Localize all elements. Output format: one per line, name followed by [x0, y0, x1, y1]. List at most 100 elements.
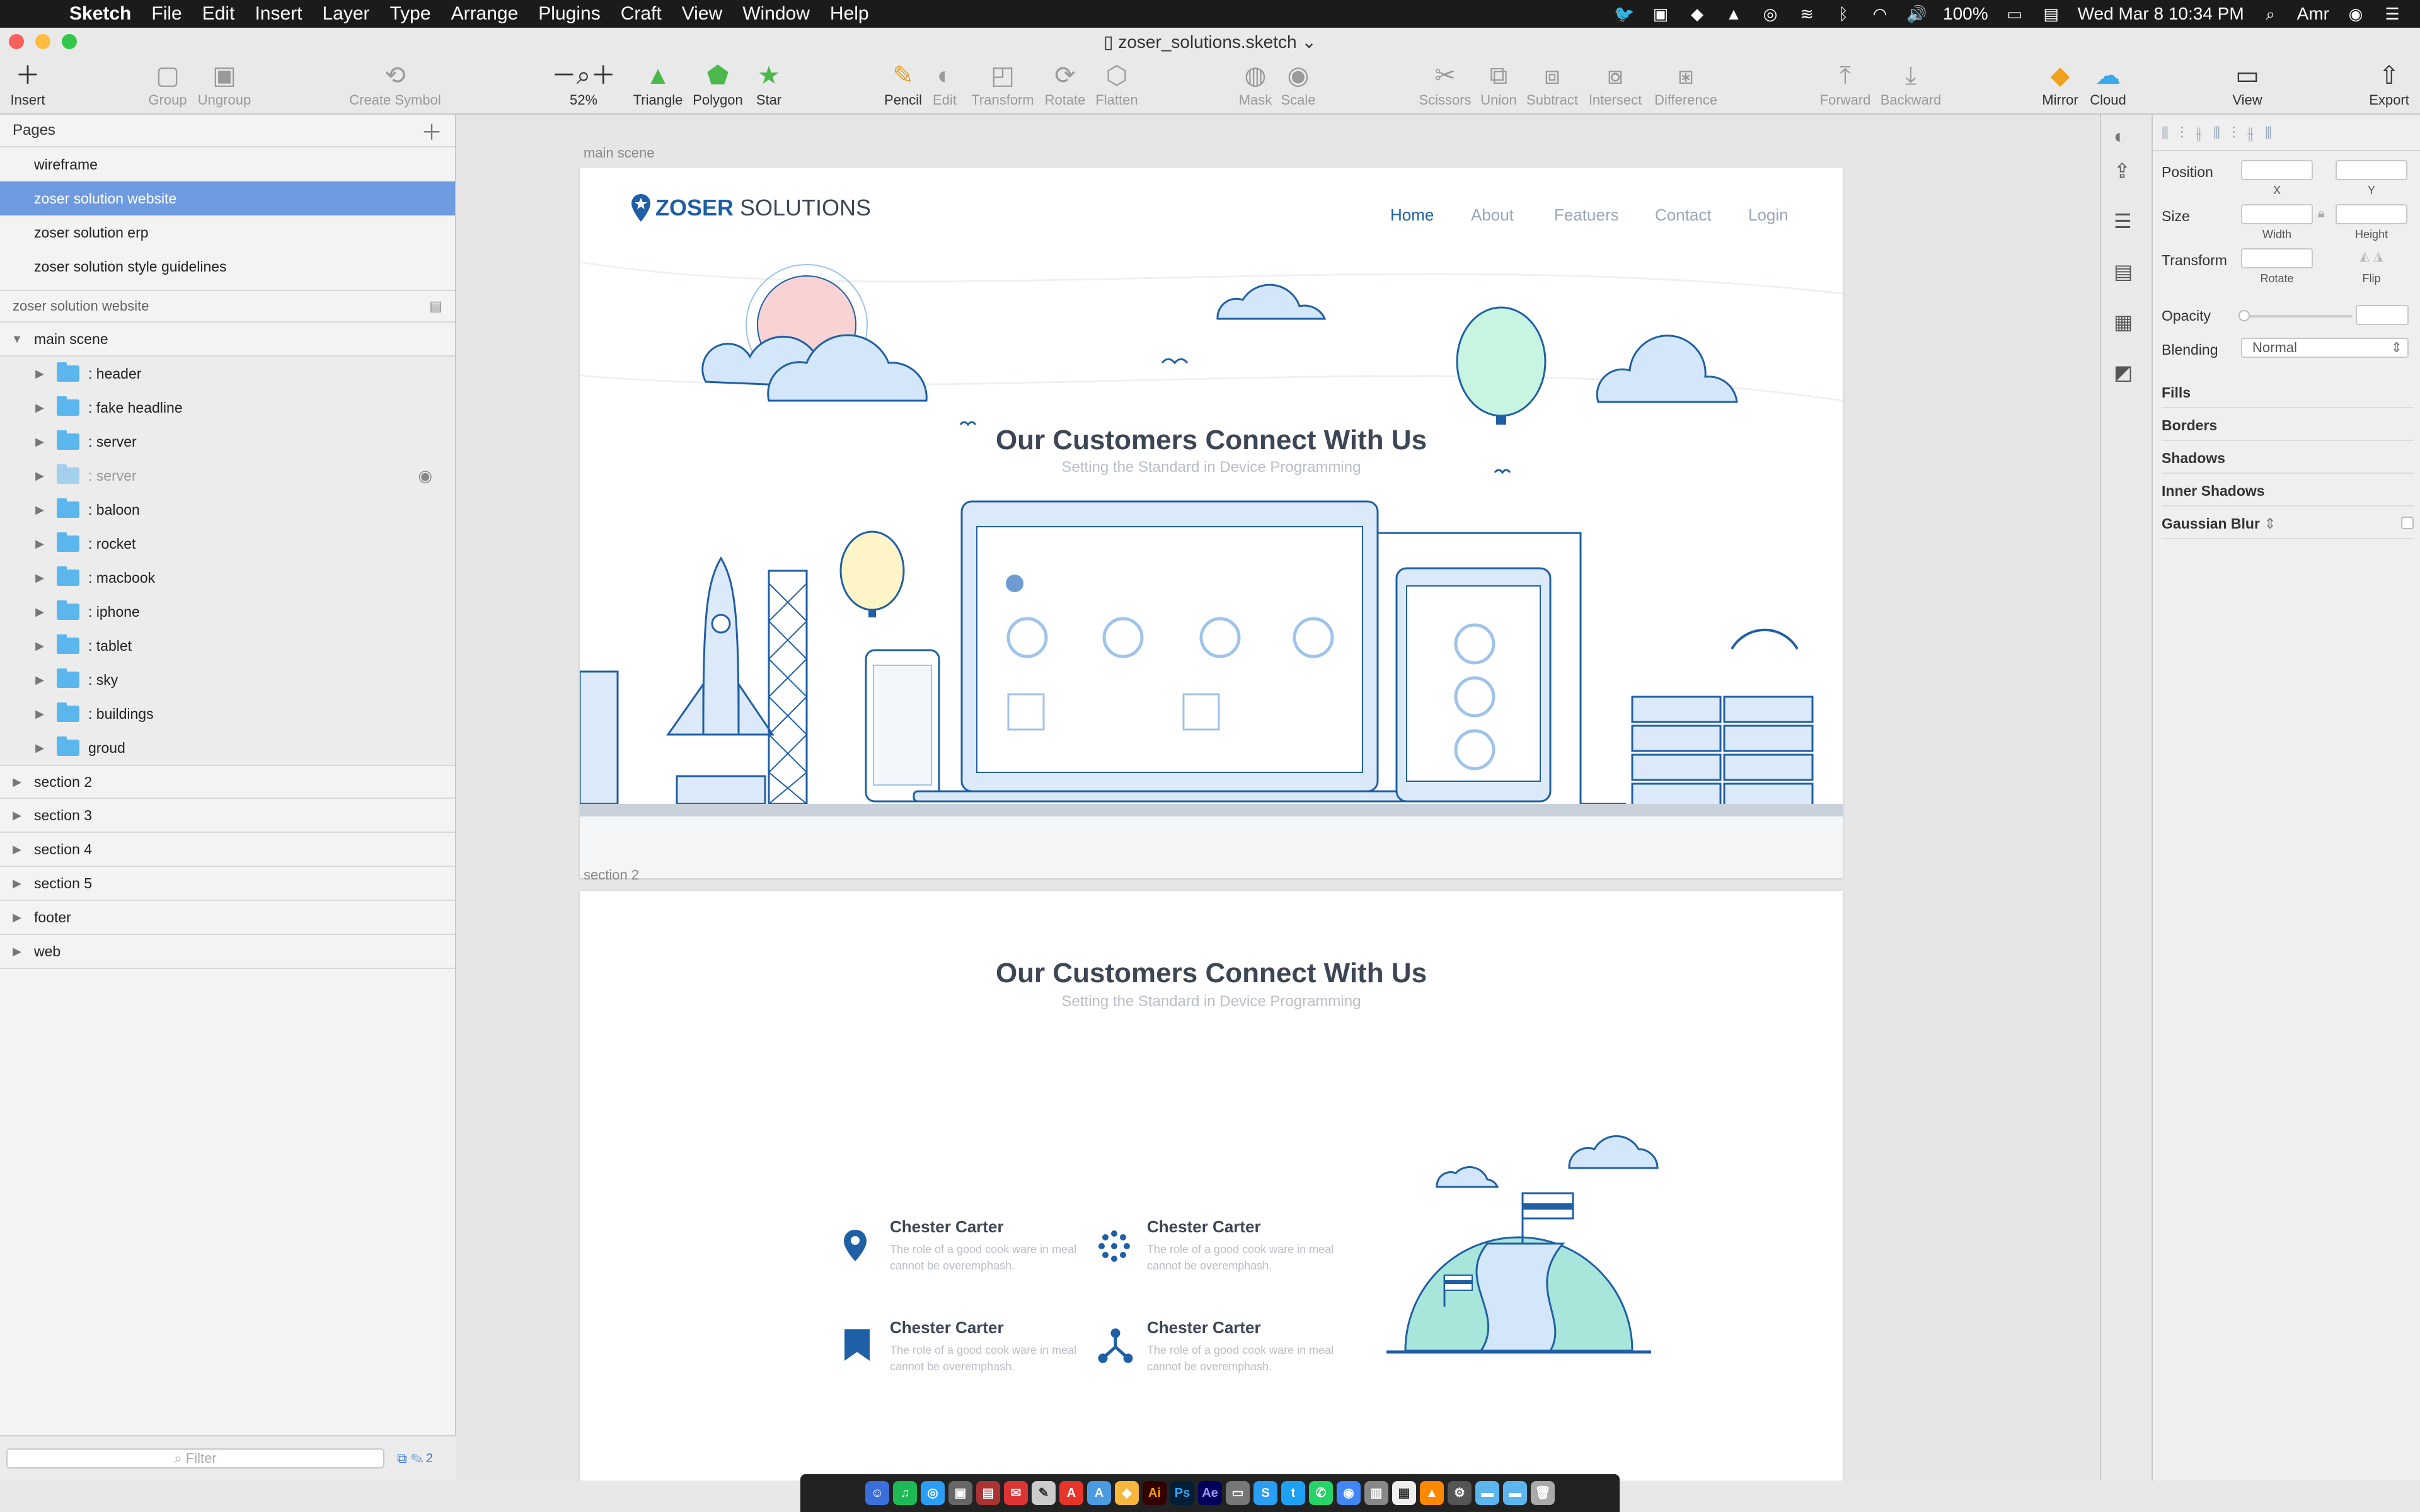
gaussian-blur-section[interactable]: Gaussian Blur ⇕ — [2162, 508, 2414, 539]
edit-button[interactable]: ◐ Edit — [929, 59, 960, 115]
insert-button[interactable]: ＋ Insert — [9, 59, 47, 115]
disclosure-closed-icon[interactable]: ▶ — [34, 503, 45, 517]
scale-button[interactable]: ◉ Scale — [1279, 59, 1317, 115]
export-button[interactable]: ⇧ Export — [2367, 59, 2411, 115]
skype-icon[interactable]: S — [1253, 1481, 1277, 1505]
position-y-input[interactable] — [2336, 160, 2407, 180]
menu-edit[interactable]: Edit — [202, 3, 235, 25]
drive-icon[interactable]: ▲ — [1724, 5, 1744, 23]
chrome-icon[interactable]: ◉ — [1337, 1481, 1361, 1505]
list-panel-icon[interactable]: ▤ — [2114, 260, 2133, 284]
filter-options-icon[interactable]: ⧉ ✎ — [397, 1450, 424, 1467]
photoshop-icon[interactable]: Ps — [1170, 1481, 1194, 1505]
layer-item[interactable]: ▶: tablet — [0, 629, 455, 663]
disclosure-open-icon[interactable]: ▼ — [11, 333, 23, 346]
artboard-label-section-2[interactable]: section 2 — [584, 867, 639, 883]
mirror-button[interactable]: ◆ Mirror — [2038, 59, 2082, 115]
rotate-input[interactable] — [2241, 248, 2313, 268]
layer-section-item[interactable]: ▶ web — [0, 935, 455, 969]
fills-section[interactable]: Fills — [2162, 377, 2414, 408]
layer-item[interactable]: ▶: baloon — [0, 493, 455, 527]
layer-item[interactable]: ▶: macbook — [0, 561, 455, 595]
menu-app-name[interactable]: Sketch — [69, 3, 131, 25]
scissors-button[interactable]: ✂ Scissors — [1418, 59, 1472, 115]
layer-item[interactable]: ▶: server ◉ — [0, 459, 455, 493]
disclosure-closed-icon[interactable]: ▶ — [11, 877, 23, 890]
disclosure-closed-icon[interactable]: ▶ — [34, 537, 45, 551]
app-store-icon[interactable]: A — [1087, 1481, 1111, 1505]
disclosure-closed-icon[interactable]: ▶ — [11, 776, 23, 789]
menu-view[interactable]: View — [682, 3, 722, 25]
menu-type[interactable]: Type — [390, 3, 431, 25]
layer-item[interactable]: ▶ groud — [0, 731, 455, 765]
downloads-folder-icon[interactable]: ▬ — [1475, 1481, 1499, 1505]
flip-buttons[interactable]: ◭ ◮ — [2336, 248, 2407, 268]
page-item[interactable]: zoser solution erp — [0, 215, 455, 249]
battery-icon[interactable]: ▭ — [2005, 5, 2025, 23]
layer-section-item[interactable]: ▶ section 2 — [0, 765, 455, 799]
disclosure-closed-icon[interactable]: ▶ — [11, 809, 23, 822]
transform-button[interactable]: ◰ Transform — [968, 59, 1037, 115]
blur-type-arrows-icon[interactable]: ⇕ — [2264, 515, 2276, 532]
spotify-icon[interactable]: ♫ — [893, 1481, 917, 1505]
layer-item[interactable]: ▶: buildings — [0, 697, 455, 731]
notification-center-icon[interactable]: ☰ — [2382, 5, 2402, 23]
position-x-input[interactable] — [2241, 160, 2313, 180]
disclosure-closed-icon[interactable]: ▶ — [34, 435, 45, 449]
documents-folder-icon[interactable]: ▬ — [1503, 1481, 1527, 1505]
intersect-button[interactable]: ⧇ Intersect — [1587, 59, 1644, 115]
bluetooth-icon[interactable]: ᛒ — [1833, 5, 1853, 23]
menu-file[interactable]: File — [151, 3, 182, 25]
layer-item[interactable]: ▶: server — [0, 425, 455, 459]
group-button[interactable]: ▢ Group — [142, 59, 193, 115]
finder-icon[interactable]: ☺ — [865, 1481, 889, 1505]
disclosure-closed-icon[interactable]: ▶ — [34, 401, 45, 415]
flux-icon[interactable]: ≋ — [1797, 5, 1817, 23]
photos-icon[interactable]: ▣ — [948, 1481, 972, 1505]
menu-craft[interactable]: Craft — [621, 3, 662, 25]
star-tool[interactable]: ★ Star — [750, 59, 788, 115]
artboard-label-main-scene[interactable]: main scene — [584, 145, 655, 161]
height-input[interactable] — [2336, 204, 2407, 224]
artboard-toggle-icon[interactable]: ▤ — [429, 298, 442, 314]
mask-button[interactable]: ◍ Mask — [1236, 59, 1274, 115]
triangle-tool[interactable]: ▲ Triangle — [631, 59, 684, 115]
view-button[interactable]: ▭ View — [2228, 59, 2266, 115]
disclosure-closed-icon[interactable]: ▶ — [11, 911, 23, 924]
backward-button[interactable]: ⤓ Backward — [1878, 59, 1944, 115]
disclosure-closed-icon[interactable]: ▶ — [34, 673, 45, 687]
acrobat-icon[interactable]: A — [1059, 1481, 1083, 1505]
flatten-button[interactable]: ⬡ Flatten — [1093, 59, 1141, 115]
union-button[interactable]: ⧉ Union — [1478, 59, 1519, 115]
flag-icon[interactable]: ▤ — [2041, 5, 2061, 23]
layer-section-item[interactable]: ▶ section 4 — [0, 833, 455, 867]
polygon-tool[interactable]: ⬟ Polygon — [689, 59, 746, 115]
forward-button[interactable]: ⤒ Forward — [1816, 59, 1874, 115]
layers-stack-icon[interactable]: ☰ — [2114, 209, 2132, 233]
twitter-app-icon[interactable]: t — [1281, 1481, 1305, 1505]
opacity-input[interactable] — [2356, 305, 2409, 325]
layer-section-item[interactable]: ▶ section 3 — [0, 799, 455, 833]
disclosure-closed-icon[interactable]: ▶ — [11, 945, 23, 958]
spotlight-search-icon[interactable]: ⌕ — [2261, 5, 2281, 23]
preview-icon[interactable]: ▥ — [1364, 1481, 1388, 1505]
zoom-control[interactable]: －⌕＋ 52% — [546, 59, 621, 115]
artboard-main-scene[interactable]: ZOSER SOLUTIONS Home About Featuers Cont… — [580, 168, 1843, 878]
layer-item[interactable]: ▶: sky — [0, 663, 455, 697]
after-effects-icon[interactable]: Ae — [1198, 1481, 1222, 1505]
shadows-section[interactable]: Shadows — [2162, 442, 2414, 474]
disclosure-closed-icon[interactable]: ▶ — [34, 605, 45, 619]
layer-item[interactable]: ▶: iphone — [0, 595, 455, 629]
lock-icon[interactable]: 🔒︎ — [2318, 207, 2325, 221]
layer-item[interactable]: ▶: rocket — [0, 527, 455, 561]
rotate-button[interactable]: ⟳ Rotate — [1041, 59, 1089, 115]
siri-icon[interactable]: ◉ — [2346, 5, 2366, 23]
disclosure-closed-icon[interactable]: ▶ — [34, 469, 45, 483]
safari-icon[interactable]: ◎ — [921, 1481, 945, 1505]
trash-icon[interactable]: 🗑︎ — [1531, 1481, 1555, 1505]
menu-plugins[interactable]: Plugins — [538, 3, 600, 25]
gaussian-blur-checkbox[interactable] — [2401, 517, 2414, 529]
layer-main-scene[interactable]: ▼ main scene — [0, 323, 455, 357]
menu-window[interactable]: Window — [742, 3, 810, 25]
upload-icon[interactable]: ⇪ — [2114, 159, 2131, 183]
